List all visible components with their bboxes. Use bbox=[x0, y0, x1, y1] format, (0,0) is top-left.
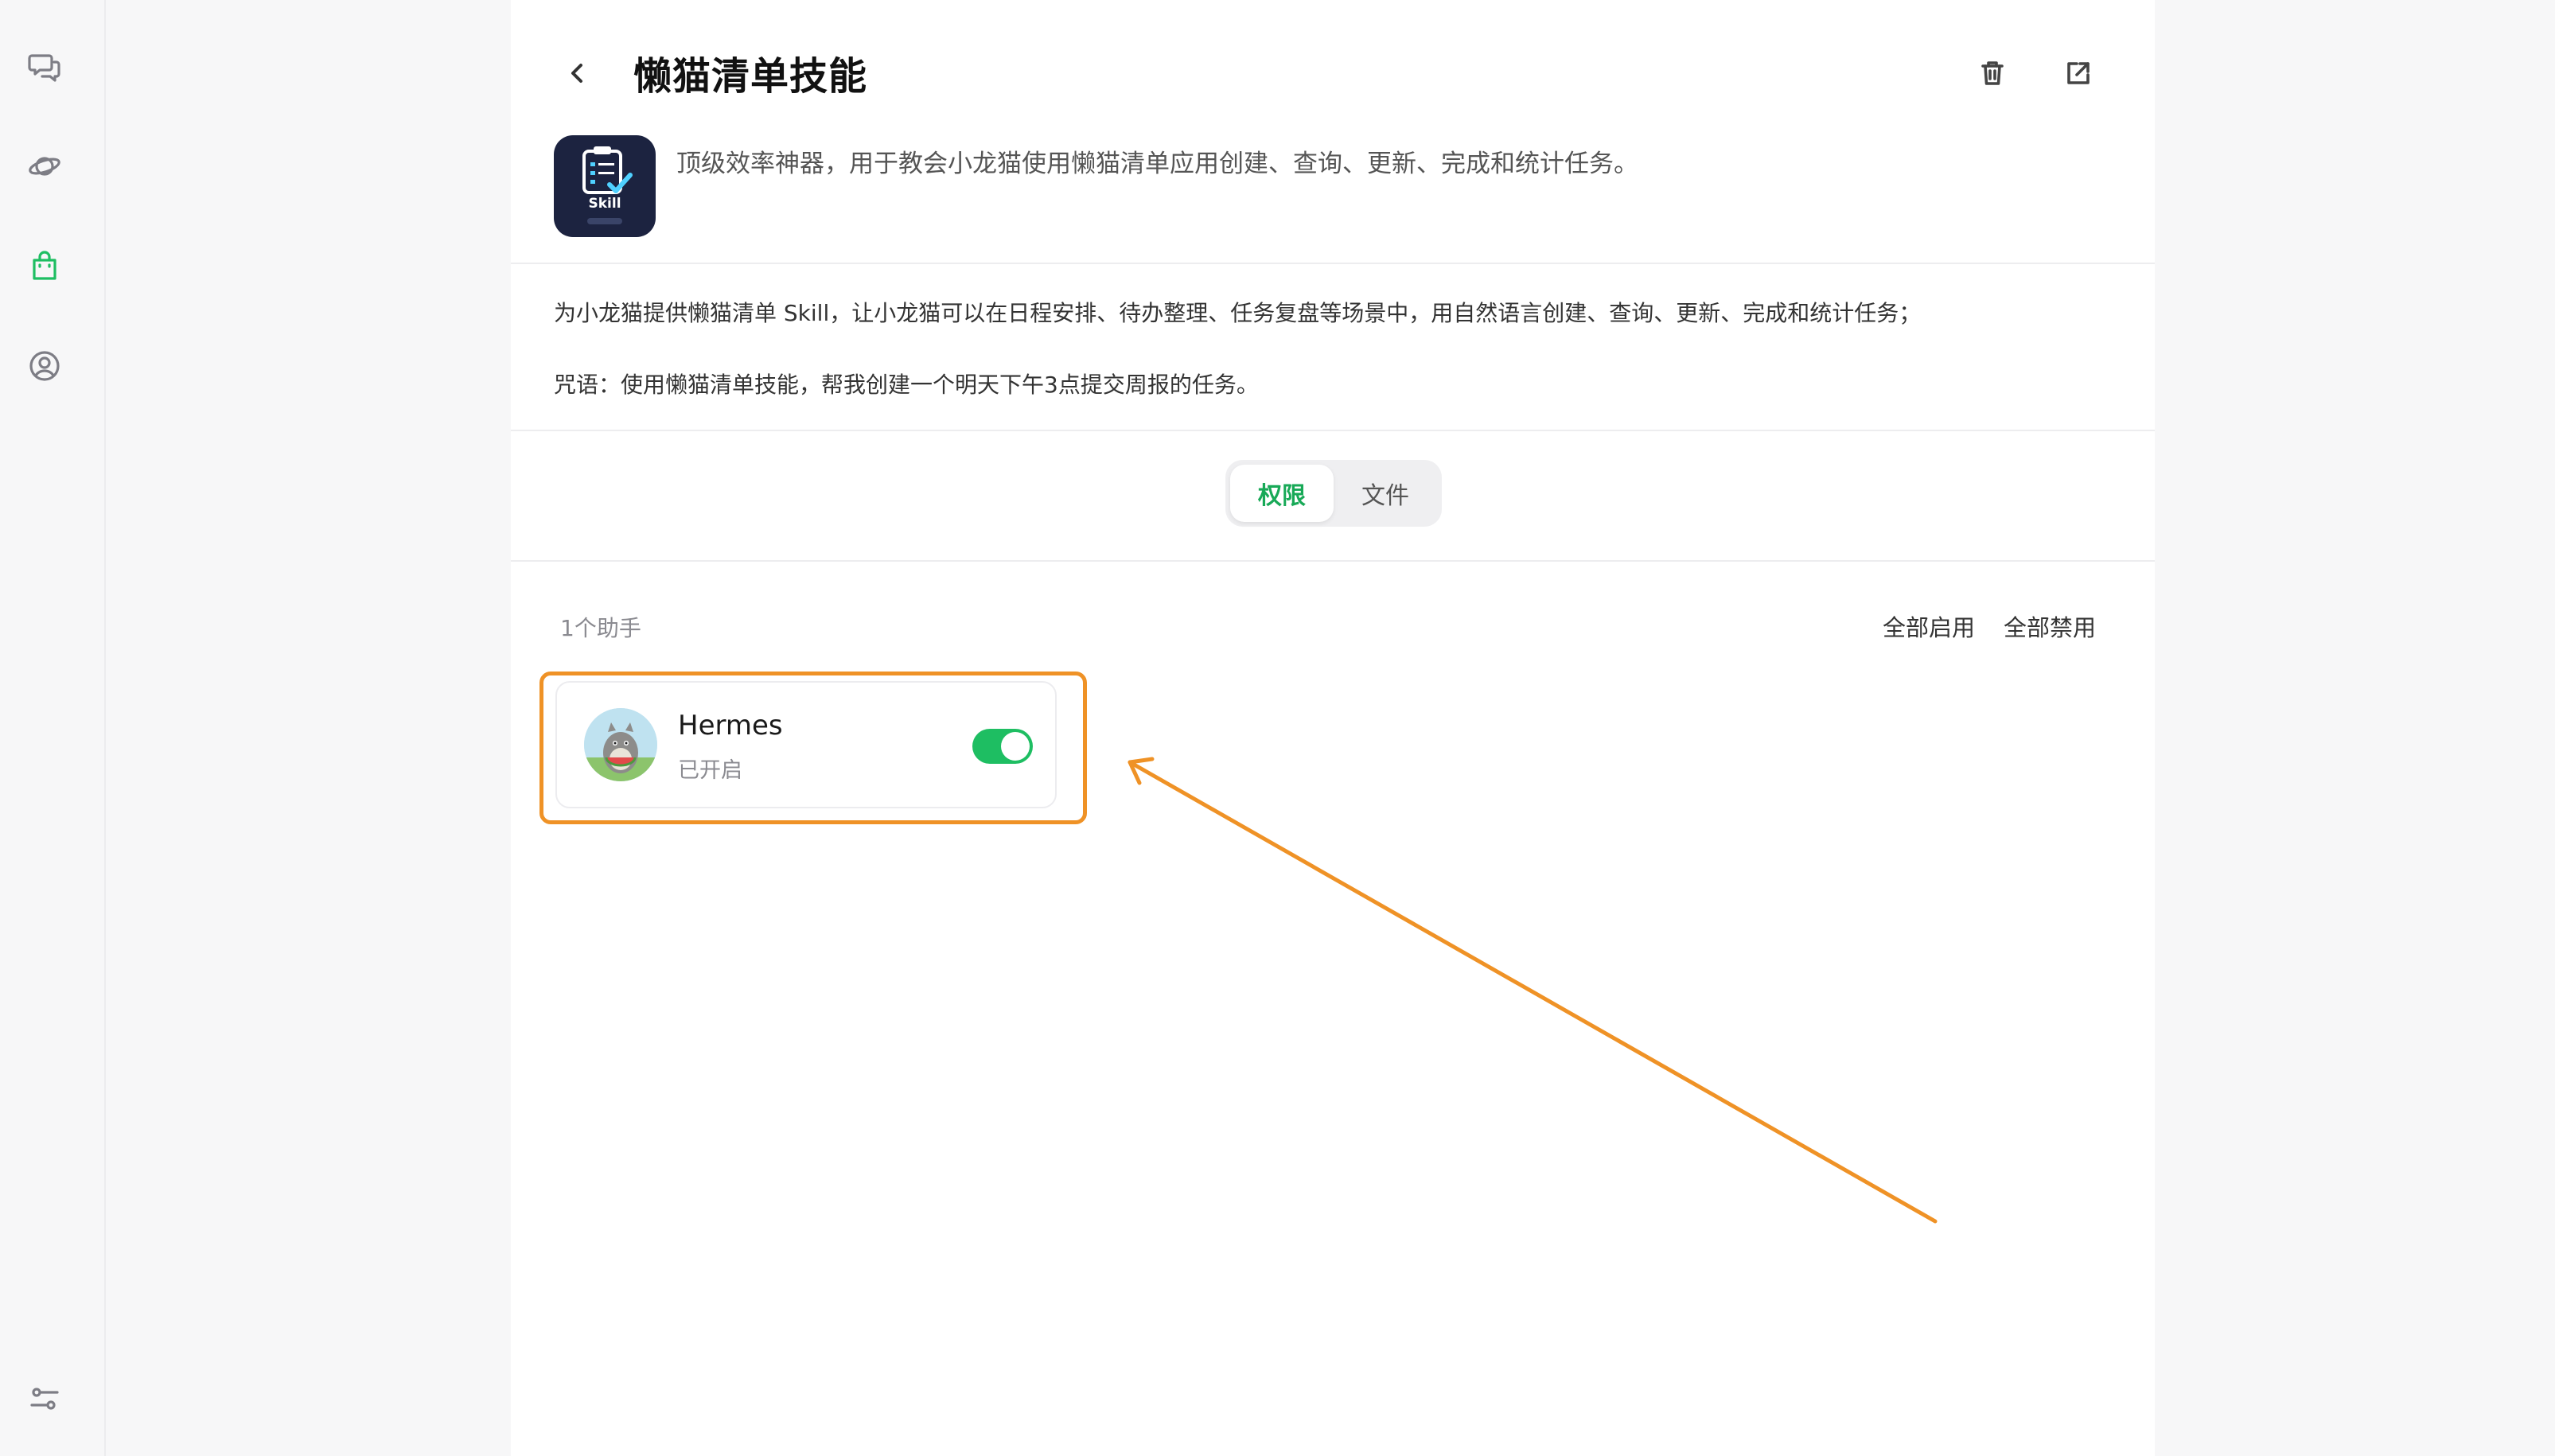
divider bbox=[511, 430, 2155, 431]
back-button[interactable] bbox=[552, 48, 603, 99]
share-button[interactable] bbox=[2053, 48, 2104, 99]
agent-status: 已开启 bbox=[678, 758, 742, 783]
trash-icon bbox=[1981, 61, 2004, 85]
skill-prompt-example: 咒语：使用懒猫清单技能，帮我创建一个明天下午3点提交周报的任务。 bbox=[554, 372, 1259, 398]
chevron-left-icon bbox=[571, 64, 582, 83]
divider bbox=[511, 560, 2155, 562]
tab-permissions[interactable]: 权限 bbox=[1230, 465, 1334, 522]
sidebar bbox=[0, 0, 106, 1456]
sidebar-item-chat[interactable] bbox=[22, 45, 67, 89]
chat-icon bbox=[28, 54, 60, 82]
delete-button[interactable] bbox=[1967, 48, 2018, 99]
sidebar-item-profile[interactable] bbox=[22, 344, 67, 388]
clipboard-check-icon bbox=[582, 146, 633, 224]
skill-summary: 顶级效率神器，用于教会小龙猫使用懒猫清单应用创建、查询、更新、完成和统计任务。 bbox=[676, 150, 1638, 178]
sidebar-item-store[interactable] bbox=[22, 243, 67, 288]
planet-icon bbox=[29, 157, 60, 176]
skill-description: 为小龙猫提供懒猫清单 Skill，让小龙猫可以在日程安排、待办整理、任务复盘等场… bbox=[554, 300, 1922, 326]
enable-all-button[interactable]: 全部启用 bbox=[1883, 609, 1975, 643]
skill-logo: Skill bbox=[554, 135, 656, 237]
agent-card: Hermes 已开启 bbox=[555, 681, 1057, 808]
sidebar-item-explore[interactable] bbox=[22, 144, 67, 189]
header: 懒猫清单技能 bbox=[511, 0, 2155, 143]
divider bbox=[511, 263, 2155, 264]
settings-sliders-icon bbox=[30, 1388, 59, 1410]
sidebar-settings-button[interactable] bbox=[22, 1376, 67, 1421]
page-title: 懒猫清单技能 bbox=[633, 54, 868, 99]
tab-switcher: 权限 文件 bbox=[1225, 460, 1442, 527]
avatar bbox=[584, 708, 657, 781]
agent-enable-toggle[interactable] bbox=[972, 729, 1033, 764]
skill-logo-text: Skill bbox=[588, 196, 621, 212]
totoro-avatar-image bbox=[584, 708, 657, 781]
agent-name: Hermes bbox=[678, 710, 783, 742]
shopping-bag-icon bbox=[33, 251, 56, 280]
assistant-count: 1个助手 bbox=[560, 615, 641, 641]
skill-detail-panel: 懒猫清单技能 Skill 顶级效率神器，用于教会小龙猫使用懒猫清单应用创建、查询… bbox=[511, 0, 2155, 1456]
tab-files[interactable]: 文件 bbox=[1334, 465, 1437, 522]
toggle-knob bbox=[1001, 732, 1030, 761]
disable-all-button[interactable]: 全部禁用 bbox=[2004, 609, 2096, 643]
user-circle-icon bbox=[29, 351, 60, 381]
external-link-icon bbox=[2067, 62, 2090, 84]
